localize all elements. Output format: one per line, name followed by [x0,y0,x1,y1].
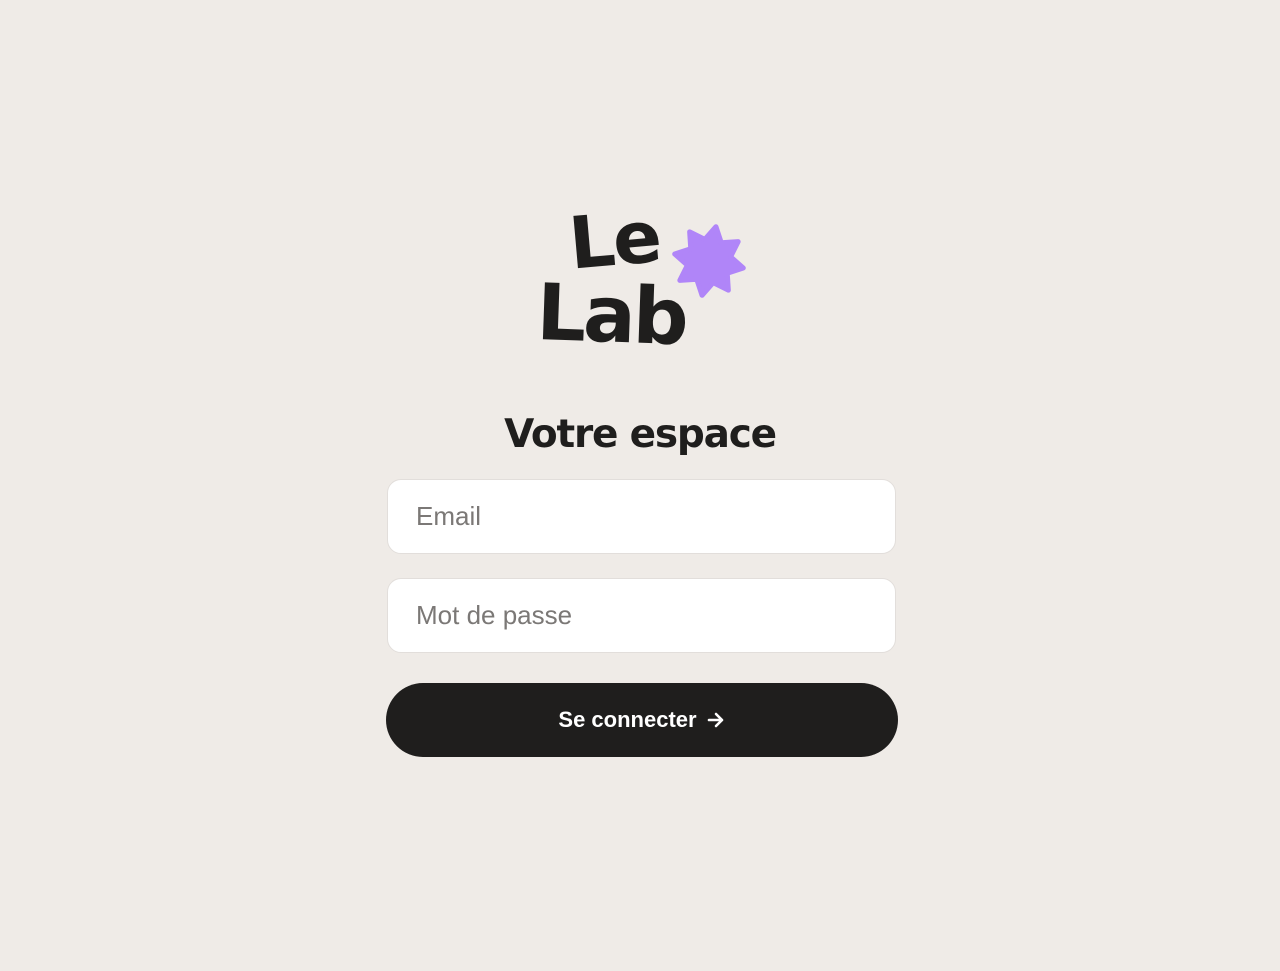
email-field[interactable] [387,479,896,554]
password-field[interactable] [387,578,896,653]
login-button[interactable]: Se connecter [386,683,898,757]
page-title: Votre espace [504,412,777,457]
star-icon [672,224,746,298]
arrow-right-icon [707,712,723,728]
brand-logo: Le Lab [530,194,760,370]
logo-text-le: Le [565,194,664,286]
login-button-label: Se connecter [558,707,697,732]
logo-text-lab: Lab [535,268,688,364]
